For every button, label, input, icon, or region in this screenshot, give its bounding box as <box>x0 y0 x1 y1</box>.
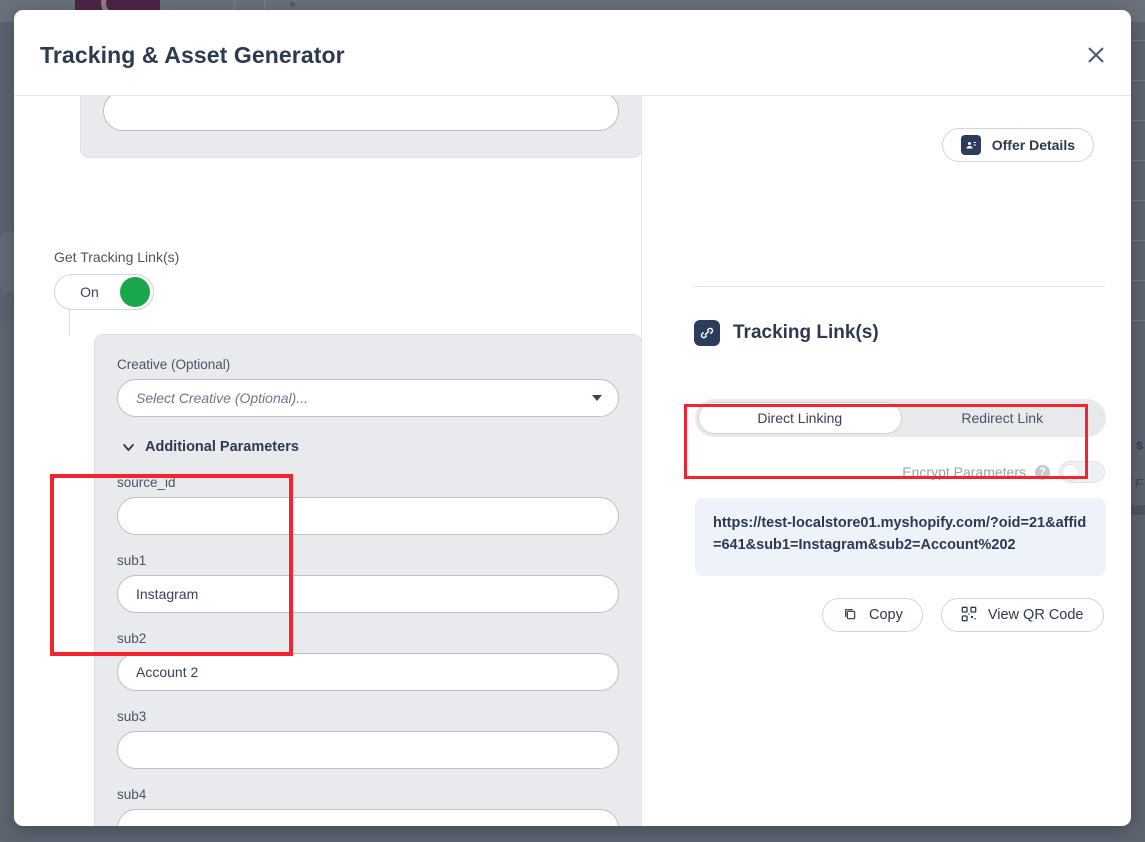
encrypt-parameters-label: Encrypt Parameters <box>902 464 1026 480</box>
encrypt-parameters-row: Encrypt Parameters ? <box>902 461 1105 483</box>
tracking-toggle-label: Get Tracking Link(s) <box>54 249 179 265</box>
link-type-tabs: Direct Linking Redirect Link <box>695 399 1106 437</box>
contact-card-icon <box>961 135 981 155</box>
connector-line <box>69 310 94 336</box>
view-qr-code-button[interactable]: View QR Code <box>941 598 1104 632</box>
previous-section-panel <box>80 96 641 158</box>
additional-parameters-label: Additional Parameters <box>145 439 299 455</box>
link-icon <box>694 320 720 346</box>
close-icon[interactable] <box>1079 38 1113 72</box>
section-separator <box>694 286 1105 287</box>
modal-body: Get Tracking Link(s) On Creative (Option… <box>14 96 1131 826</box>
field-label: sub4 <box>117 787 619 802</box>
tracking-url-box[interactable]: https://test-localstore01.myshopify.com/… <box>695 498 1106 576</box>
chevron-down-icon <box>592 395 602 401</box>
field-source-id: source_id <box>117 475 619 535</box>
field-sub4: sub4 <box>117 787 619 826</box>
creative-select[interactable]: Select Creative (Optional)... <box>117 379 619 417</box>
copy-label: Copy <box>869 607 903 623</box>
creative-label: Creative (Optional) <box>117 357 619 372</box>
copy-button[interactable]: Copy <box>822 598 923 632</box>
copy-icon <box>842 606 858 625</box>
previous-field-input[interactable] <box>103 96 619 131</box>
sub3-input[interactable] <box>117 731 619 769</box>
tracking-links-heading: Tracking Link(s) <box>694 320 879 346</box>
offer-details-label: Offer Details <box>992 137 1075 153</box>
tracking-links-column: Offer Details Tracking Link(s) Direct Li… <box>642 96 1131 826</box>
sub1-input[interactable] <box>117 575 619 613</box>
field-label: sub3 <box>117 709 619 724</box>
page-title: Tracking & Asset Generator <box>40 42 345 69</box>
modal-header: Tracking & Asset Generator <box>14 10 1131 96</box>
additional-parameters-toggle[interactable]: Additional Parameters <box>121 439 619 455</box>
field-label: sub2 <box>117 631 619 646</box>
background-text-fragment: s <box>1136 437 1143 452</box>
toggle-state-label: On <box>55 284 120 300</box>
offer-details-button[interactable]: Offer Details <box>942 128 1094 162</box>
field-sub1: sub1 <box>117 553 619 613</box>
background-tab-label: e <box>288 2 298 7</box>
toggle-knob <box>120 277 150 307</box>
chevron-down-icon <box>121 440 136 455</box>
view-qr-code-label: View QR Code <box>988 607 1084 623</box>
sub2-input[interactable] <box>117 653 619 691</box>
question-mark-icon[interactable]: ? <box>1035 465 1050 480</box>
creative-placeholder: Select Creative (Optional)... <box>136 390 308 406</box>
field-label: source_id <box>117 475 619 490</box>
encrypt-parameters-toggle[interactable] <box>1059 461 1105 483</box>
tracking-asset-generator-modal: Tracking & Asset Generator Get Tracking … <box>14 10 1131 826</box>
tab-redirect-link[interactable]: Redirect Link <box>902 402 1104 434</box>
link-actions: Copy View QR Code <box>822 598 1104 632</box>
additional-parameters-panel: Creative (Optional) Select Creative (Opt… <box>94 334 641 826</box>
source-id-input[interactable] <box>117 497 619 535</box>
field-sub3: sub3 <box>117 709 619 769</box>
sub4-input[interactable] <box>117 809 619 826</box>
get-tracking-links-toggle[interactable]: On <box>54 274 154 310</box>
field-label: sub1 <box>117 553 619 568</box>
field-sub2: sub2 <box>117 631 619 691</box>
tracking-url-text: https://test-localstore01.myshopify.com/… <box>713 512 1088 557</box>
creative-field: Creative (Optional) Select Creative (Opt… <box>117 357 619 417</box>
qr-code-icon <box>961 606 977 625</box>
tracking-links-label: Tracking Link(s) <box>733 322 879 344</box>
form-column: Get Tracking Link(s) On Creative (Option… <box>14 96 641 826</box>
tab-direct-linking[interactable]: Direct Linking <box>698 402 902 434</box>
toggle-knob <box>1062 464 1079 481</box>
